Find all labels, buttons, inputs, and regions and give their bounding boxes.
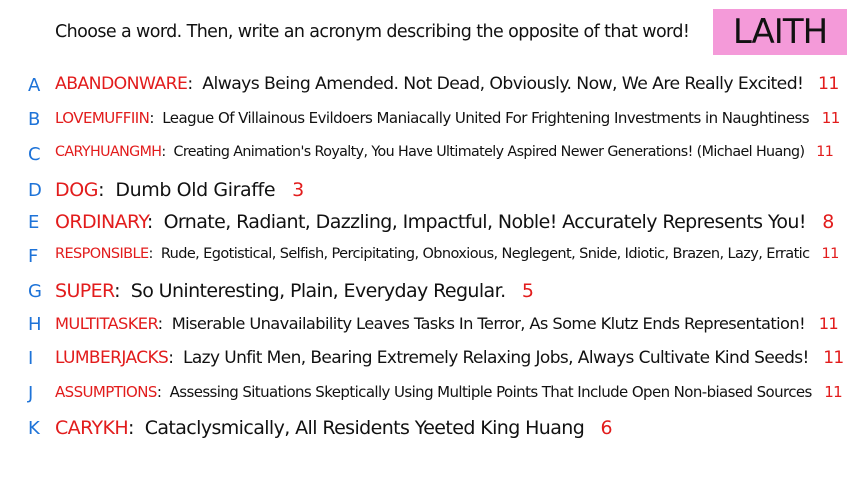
name-badge: LAITH <box>713 9 847 55</box>
entry-word: CARYHUANGMH <box>55 144 162 160</box>
entry-row: D DOG: Dumb Old Giraffe 3 <box>0 179 853 206</box>
entry-letter: I <box>28 348 34 369</box>
entry-content: LOVEMUFFIIN: League Of Villainous Evildo… <box>55 109 840 127</box>
entry-content: SUPER: So Uninteresting, Plain, Everyday… <box>55 280 534 302</box>
entry-row: C CARYHUANGMH: Creating Animation's Royal… <box>0 144 853 167</box>
entry-acronym: Rude, Egotistical, Selfish, Percipitatin… <box>160 246 810 262</box>
entry-letter: C <box>28 144 41 165</box>
name-badge-label: LAITH <box>732 12 828 52</box>
entry-score: 11 <box>821 246 840 262</box>
entry-row: A ABANDONWARE: Always Being Amended. Not … <box>0 74 853 101</box>
entry-row: H MULTITASKER: Miserable Unavailability L… <box>0 314 853 339</box>
entry-word: ORDINARY <box>55 211 147 233</box>
entry-content: LUMBERJACKS: Lazy Unfit Men, Bearing Ext… <box>55 348 844 368</box>
entry-acronym: Dumb Old Giraffe <box>115 179 276 201</box>
entry-score: 11 <box>823 348 844 368</box>
entry-score: 11 <box>818 314 839 333</box>
entry-letter: G <box>28 280 42 302</box>
entry-word: CARYKH <box>55 417 129 439</box>
entry-letter: E <box>28 211 40 233</box>
entry-score: 3 <box>292 179 304 201</box>
entry-score: 6 <box>600 417 613 439</box>
entry-word: LUMBERJACKS <box>55 348 169 368</box>
entry-acronym: Cataclysmically, All Residents Yeeted Ki… <box>144 417 585 439</box>
entry-acronym: Miserable Unavailability Leaves Tasks In… <box>171 314 806 333</box>
entry-acronym: League Of Villainous Evildoers Maniacall… <box>162 109 810 127</box>
prompt-text: Choose a word. Then, write an acronym de… <box>55 22 690 42</box>
entry-score: 5 <box>521 280 534 302</box>
entry-letter: H <box>28 314 42 335</box>
entry-letter: K <box>28 417 40 439</box>
entry-row: F RESPONSIBLE: Rude, Egotistical, Selfish… <box>0 246 853 269</box>
entry-word: MULTITASKER <box>55 314 158 333</box>
entry-row: K CARYKH: Cataclysmically, All Residents … <box>0 417 853 444</box>
entry-content: CARYKH: Cataclysmically, All Residents Y… <box>55 417 613 439</box>
entry-word: ABANDONWARE <box>55 74 188 94</box>
entry-acronym: Ornate, Radiant, Dazzling, Impactful, No… <box>163 211 807 233</box>
entry-letter: D <box>28 179 42 201</box>
entry-acronym: Assessing Situations Skeptically Using M… <box>169 383 813 401</box>
entry-letter: A <box>28 74 41 96</box>
entry-row: I LUMBERJACKS: Lazy Unfit Men, Bearing Ex… <box>0 348 853 374</box>
entry-score: 8 <box>822 211 834 233</box>
entry-content: MULTITASKER: Miserable Unavailability Le… <box>55 314 839 333</box>
entry-content: ORDINARY: Ornate, Radiant, Dazzling, Imp… <box>55 211 834 233</box>
entry-score: 11 <box>816 144 834 160</box>
entry-word: SUPER <box>55 280 115 302</box>
entry-content: ABANDONWARE: Always Being Amended. Not D… <box>55 74 839 94</box>
entry-score: 11 <box>824 383 843 401</box>
entry-acronym: Lazy Unfit Men, Bearing Extremely Relaxi… <box>182 348 809 368</box>
entry-acronym: Always Being Amended. Not Dead, Obviousl… <box>202 74 804 94</box>
entry-score: 11 <box>818 74 839 94</box>
entry-row: J ASSUMPTIONS: Assessing Situations Skept… <box>0 383 853 407</box>
entry-row: G SUPER: So Uninteresting, Plain, Everyda… <box>0 280 853 307</box>
entry-content: RESPONSIBLE: Rude, Egotistical, Selfish,… <box>55 246 839 262</box>
entry-acronym: Creating Animation's Royalty, You Have U… <box>173 144 805 160</box>
entry-letter: F <box>28 246 39 267</box>
entry-score: 11 <box>821 109 841 127</box>
entry-row: E ORDINARY: Ornate, Radiant, Dazzling, Im… <box>0 211 853 238</box>
entry-content: DOG: Dumb Old Giraffe 3 <box>55 179 304 201</box>
entry-letter: J <box>28 383 34 404</box>
entry-word: ASSUMPTIONS <box>55 383 157 401</box>
entry-word: RESPONSIBLE <box>55 246 149 262</box>
entry-word: DOG <box>55 179 99 201</box>
entry-word: LOVEMUFFIIN <box>55 109 150 127</box>
entry-content: ASSUMPTIONS: Assessing Situations Skepti… <box>55 383 843 401</box>
entry-letter: B <box>28 109 41 130</box>
entry-content: CARYHUANGMH: Creating Animation's Royalt… <box>55 144 834 160</box>
entry-acronym: So Uninteresting, Plain, Everyday Regula… <box>130 280 506 302</box>
entry-row: B LOVEMUFFIIN: League Of Villainous Evild… <box>0 109 853 133</box>
